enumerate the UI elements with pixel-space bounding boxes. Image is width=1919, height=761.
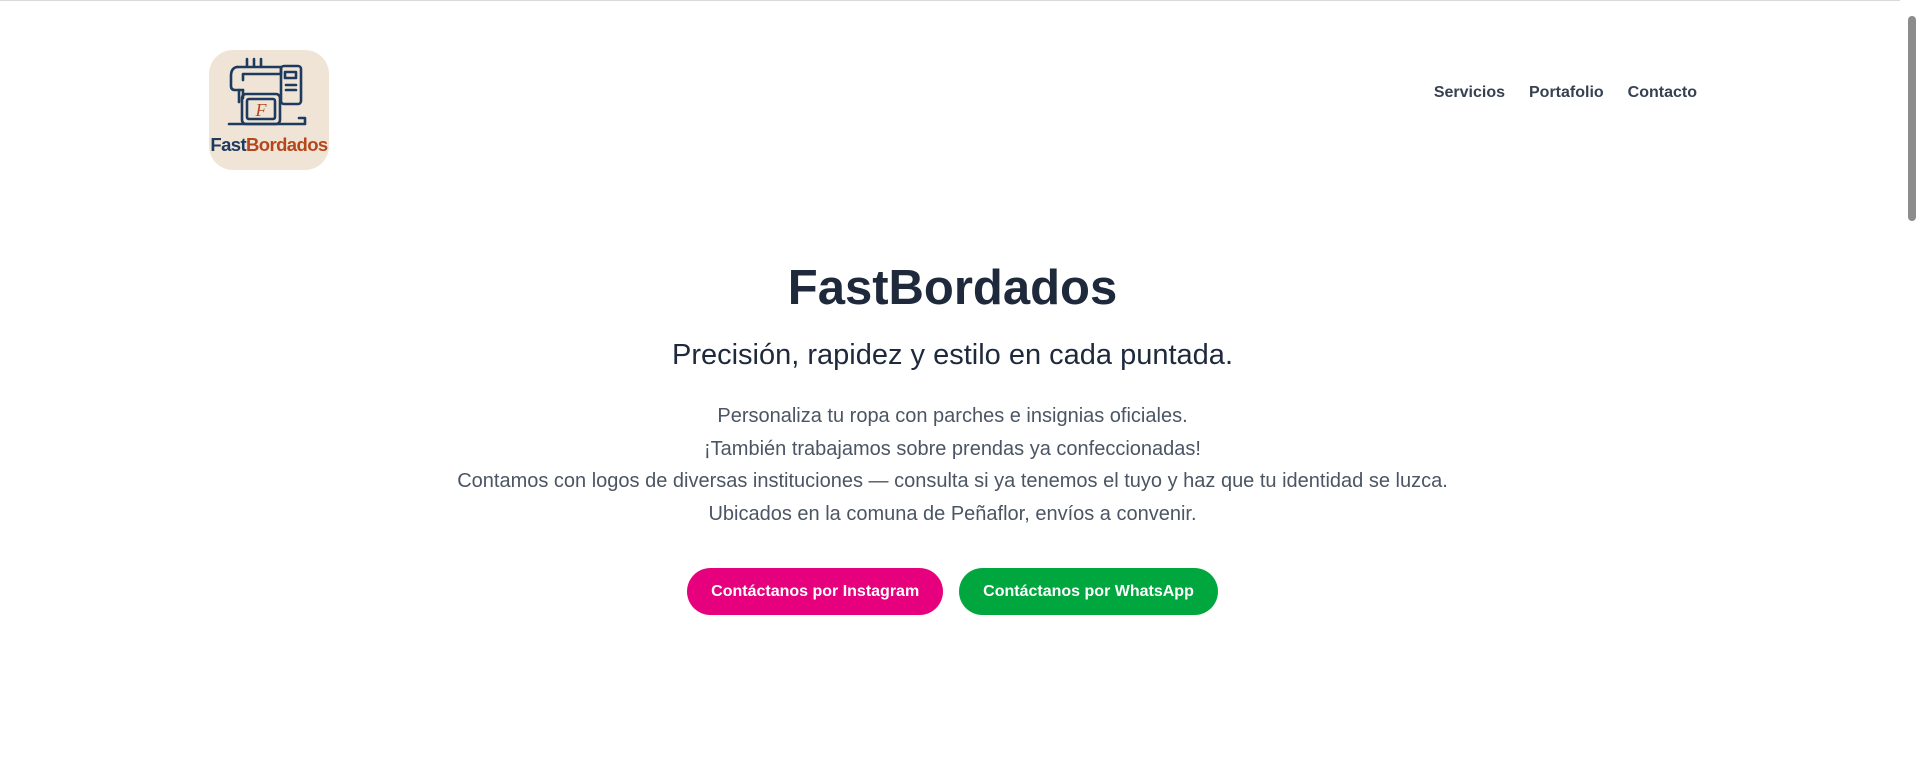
nav-portafolio[interactable]: Portafolio [1529, 83, 1604, 103]
hero-description: Personaliza tu ropa con parches e insign… [0, 400, 1905, 530]
logo[interactable]: F FastBordados [209, 50, 329, 170]
nav-contacto[interactable]: Contacto [1628, 83, 1697, 103]
nav-servicios[interactable]: Servicios [1434, 83, 1505, 103]
logo-word-bordados: Bordados [246, 134, 328, 155]
page: F FastBordados Servicios Portafolio Cont… [0, 0, 1919, 761]
hero-line: Ubicados en la comuna de Peñaflor, envío… [708, 502, 1197, 525]
hero-title: FastBordados [787, 261, 1118, 315]
logo-monogram: F [255, 100, 268, 120]
hero-line: ¡También trabajamos sobre prendas ya con… [704, 437, 1201, 460]
instagram-contact-button[interactable]: Contáctanos por Instagram [687, 568, 944, 615]
logo-wordmark: FastBordados [209, 134, 329, 156]
scrollbar-thumb[interactable] [1908, 16, 1916, 221]
hero-line: Contamos con logos de diversas instituci… [457, 470, 1448, 492]
main-nav: Servicios Portafolio Contacto [1434, 83, 1697, 103]
cta-group: Contáctanos por Instagram Contáctanos po… [0, 568, 1905, 615]
logo-word-fast: Fast [210, 134, 247, 155]
top-border [0, 0, 1900, 1]
hero-subtitle: Precisión, rapidez y estilo en cada punt… [671, 339, 1233, 371]
hero-line: Personaliza tu ropa con parches e insign… [717, 405, 1188, 427]
whatsapp-contact-button[interactable]: Contáctanos por WhatsApp [959, 568, 1218, 615]
vertical-scrollbar[interactable] [1904, 0, 1919, 761]
